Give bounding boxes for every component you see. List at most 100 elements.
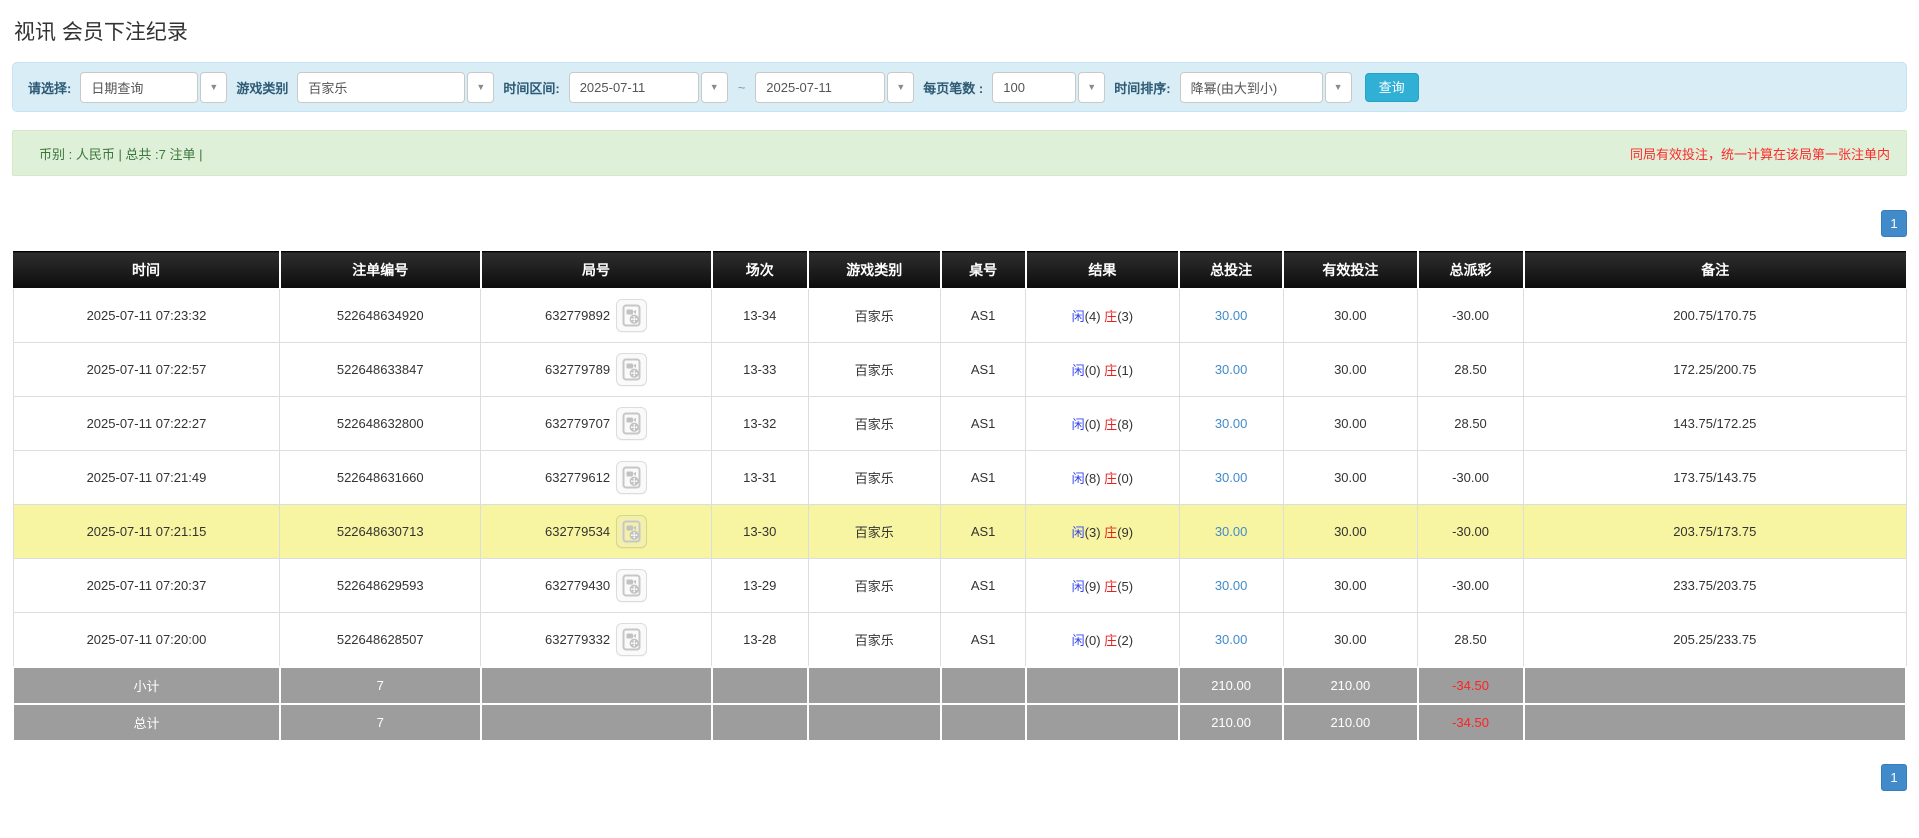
query-type-value[interactable]: 日期查询	[80, 72, 198, 103]
total-bet-link[interactable]: 30.00	[1215, 362, 1248, 377]
video-clip-icon	[621, 412, 642, 435]
totals-total-bet: 210.00	[1179, 667, 1283, 704]
totals-empty-cell	[1524, 704, 1906, 741]
cell-table-no: AS1	[941, 397, 1026, 451]
cell-table-no: AS1	[941, 505, 1026, 559]
video-replay-button[interactable]	[616, 353, 647, 386]
time-sort-value[interactable]: 降幂(由大到小)	[1180, 72, 1323, 103]
cell-bet-id: 522648629593	[280, 559, 481, 613]
cell-result: 闲(0) 庄(8)	[1026, 397, 1179, 451]
game-type-label: 游戏类别	[236, 78, 288, 97]
chevron-down-icon[interactable]: ▼	[467, 72, 494, 103]
cell-bet-id: 522648633847	[280, 343, 481, 397]
page-1-button[interactable]: 1	[1881, 764, 1907, 791]
totals-valid-bet: 210.00	[1283, 704, 1417, 741]
page-1-button[interactable]: 1	[1881, 210, 1907, 237]
table-header-row: 时间注单编号局号场次游戏类别桌号结果总投注有效投注总派彩备注	[13, 252, 1906, 289]
cell-payout: -30.00	[1418, 289, 1524, 343]
result-player: 闲	[1072, 525, 1085, 540]
cell-round: 632779430	[481, 559, 712, 613]
result-banker-count: (1)	[1117, 363, 1133, 378]
cell-result: 闲(9) 庄(5)	[1026, 559, 1179, 613]
cell-remark: 203.75/173.75	[1524, 505, 1906, 559]
cell-table-no: AS1	[941, 559, 1026, 613]
video-clip-icon	[621, 628, 642, 651]
time-sort-select[interactable]: 降幂(由大到小) ▼	[1180, 72, 1352, 103]
cell-payout: 28.50	[1418, 613, 1524, 667]
round-number: 632779707	[545, 416, 610, 431]
column-header-3: 局号	[481, 252, 712, 289]
total-bet-link[interactable]: 30.00	[1215, 578, 1248, 593]
cell-session: 13-30	[712, 505, 809, 559]
round-number: 632779534	[545, 524, 610, 539]
cell-time: 2025-07-11 07:22:27	[13, 397, 280, 451]
result-banker-count: (5)	[1117, 579, 1133, 594]
result-banker-count: (3)	[1117, 309, 1133, 324]
video-replay-button[interactable]	[616, 407, 647, 440]
chevron-down-icon[interactable]: ▼	[200, 72, 227, 103]
page-size-value[interactable]: 100	[992, 72, 1076, 103]
totals-payout: -34.50	[1418, 704, 1524, 741]
total-bet-link[interactable]: 30.00	[1215, 632, 1248, 647]
cell-payout: 28.50	[1418, 343, 1524, 397]
result-banker: 庄	[1104, 309, 1117, 324]
table-row: 2025-07-11 07:21:15522648630713632779534…	[13, 505, 1906, 559]
date-from-select[interactable]: 2025-07-11 ▼	[569, 72, 728, 103]
chevron-down-icon[interactable]: ▼	[1078, 72, 1105, 103]
totals-count: 7	[280, 704, 481, 741]
date-from-value[interactable]: 2025-07-11	[569, 72, 699, 103]
cell-bet-id: 522648631660	[280, 451, 481, 505]
result-player: 闲	[1072, 471, 1085, 486]
column-header-4: 场次	[712, 252, 809, 289]
chevron-down-icon[interactable]: ▼	[1325, 72, 1352, 103]
pagination-top: 1	[12, 210, 1907, 237]
date-to-select[interactable]: 2025-07-11 ▼	[755, 72, 914, 103]
totals-empty-cell	[1524, 667, 1906, 704]
total-bet-link[interactable]: 30.00	[1215, 524, 1248, 539]
cell-game-type: 百家乐	[808, 397, 941, 451]
game-type-value[interactable]: 百家乐	[297, 72, 465, 103]
filter-toolbar: 请选择: 日期查询 ▼ 游戏类别 百家乐 ▼ 时间区间: 2025-07-11 …	[12, 62, 1907, 112]
result-player-count: (3)	[1085, 525, 1105, 540]
table-row: 2025-07-11 07:20:00522648628507632779332…	[13, 613, 1906, 667]
table-row: 2025-07-11 07:20:37522648629593632779430…	[13, 559, 1906, 613]
video-clip-icon	[621, 574, 642, 597]
cell-session: 13-33	[712, 343, 809, 397]
cell-payout: -30.00	[1418, 505, 1524, 559]
totals-valid-bet: 210.00	[1283, 667, 1417, 704]
chevron-down-icon[interactable]: ▼	[701, 72, 728, 103]
query-type-label: 请选择:	[28, 78, 71, 97]
totals-empty-cell	[808, 667, 941, 704]
totals-empty-cell	[481, 667, 712, 704]
video-replay-button[interactable]	[616, 461, 647, 494]
search-button[interactable]: 查询	[1365, 73, 1419, 102]
total-bet-link[interactable]: 30.00	[1215, 308, 1248, 323]
total-bet-link[interactable]: 30.00	[1215, 416, 1248, 431]
date-to-value[interactable]: 2025-07-11	[755, 72, 885, 103]
result-player-count: (8)	[1085, 471, 1105, 486]
video-replay-button[interactable]	[616, 515, 647, 548]
query-type-select[interactable]: 日期查询 ▼	[80, 72, 227, 103]
chevron-down-icon[interactable]: ▼	[887, 72, 914, 103]
totals-total-bet: 210.00	[1179, 704, 1283, 741]
cell-game-type: 百家乐	[808, 451, 941, 505]
totals-empty-cell	[941, 667, 1026, 704]
total-bet-link[interactable]: 30.00	[1215, 470, 1248, 485]
result-banker: 庄	[1104, 633, 1117, 648]
page-size-select[interactable]: 100 ▼	[992, 72, 1105, 103]
column-header-7: 结果	[1026, 252, 1179, 289]
cell-table-no: AS1	[941, 613, 1026, 667]
cell-remark: 200.75/170.75	[1524, 289, 1906, 343]
result-banker: 庄	[1104, 471, 1117, 486]
video-replay-button[interactable]	[616, 569, 647, 602]
round-number: 632779612	[545, 470, 610, 485]
video-replay-button[interactable]	[616, 299, 647, 332]
time-sort-label: 时间排序:	[1114, 78, 1170, 97]
game-type-select[interactable]: 百家乐 ▼	[297, 72, 494, 103]
video-replay-button[interactable]	[616, 623, 647, 656]
result-banker-count: (0)	[1117, 471, 1133, 486]
cell-round: 632779612	[481, 451, 712, 505]
totals-label: 总计	[13, 704, 280, 741]
result-banker: 庄	[1104, 525, 1117, 540]
cell-round: 632779534	[481, 505, 712, 559]
